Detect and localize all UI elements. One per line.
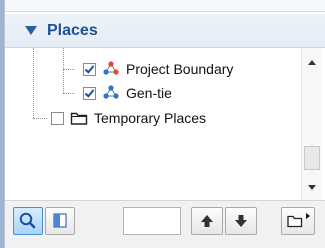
scroll-up-arrow-icon[interactable]	[308, 60, 316, 65]
tree-connector	[63, 48, 64, 93]
places-title: Places	[47, 21, 98, 39]
move-up-icon	[201, 215, 213, 227]
move-down-icon	[235, 215, 247, 227]
move-down-button[interactable]	[225, 207, 257, 235]
tree-connector	[63, 69, 75, 70]
tree-item-label: Gen-tie	[126, 85, 172, 101]
tree-item-label: Temporary Places	[94, 110, 207, 126]
tree-connector	[33, 118, 47, 119]
polygon-layer-icon	[103, 61, 119, 75]
polygon-layer-icon	[103, 85, 119, 99]
places-section-header[interactable]: Places	[5, 14, 325, 48]
gen-tie-checkbox[interactable]	[83, 86, 96, 100]
scroll-thumb[interactable]	[304, 146, 320, 170]
layer-view-icon	[53, 213, 67, 228]
move-up-button[interactable]	[191, 207, 223, 235]
temporary-places-checkbox[interactable]	[51, 111, 64, 125]
places-panel: Places Project Boundary Gen-tie Temporar…	[4, 0, 325, 248]
folder-icon	[70, 112, 88, 125]
folder-menu-button[interactable]	[281, 207, 315, 235]
panel-bottom-edge	[5, 238, 325, 248]
vertical-scrollbar[interactable]	[301, 48, 322, 200]
search-button[interactable]	[13, 207, 43, 235]
tree-item-project-boundary[interactable]: Project Boundary	[83, 58, 233, 80]
search-field[interactable]	[123, 207, 181, 235]
panel-top-band	[5, 0, 325, 12]
scroll-down-arrow-icon[interactable]	[308, 185, 316, 190]
tree-item-gen-tie[interactable]: Gen-tie	[83, 82, 172, 104]
places-tree: Project Boundary Gen-tie Temporary Place…	[5, 48, 301, 200]
tree-item-label: Project Boundary	[126, 61, 234, 77]
collapse-triangle-icon[interactable]	[25, 26, 37, 35]
tree-item-temporary-places[interactable]: Temporary Places	[51, 107, 206, 129]
tree-connector	[63, 93, 75, 94]
project-boundary-checkbox[interactable]	[83, 62, 96, 76]
layer-view-button[interactable]	[45, 207, 75, 235]
search-icon	[19, 212, 36, 229]
folder-menu-icon	[287, 213, 310, 228]
tree-connector	[33, 48, 34, 118]
